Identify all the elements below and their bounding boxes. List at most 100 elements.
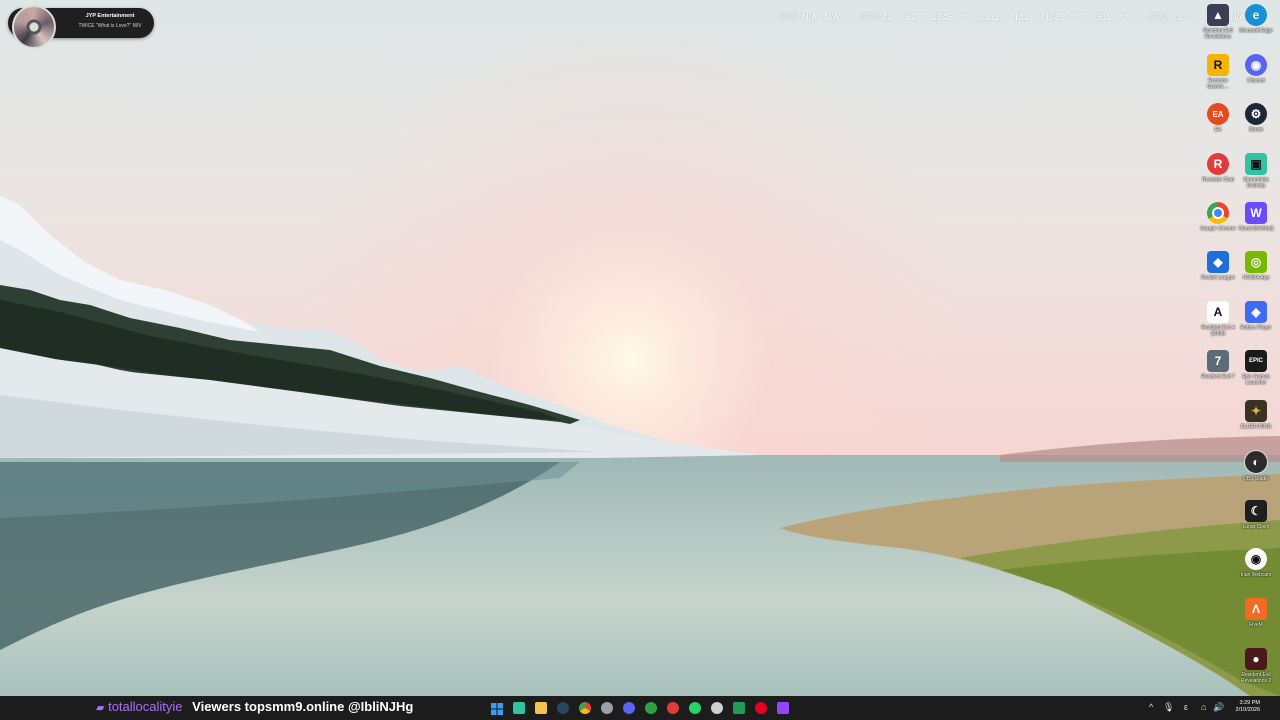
taskbar-rockstar-icon[interactable] [667, 702, 679, 714]
gpu-util: 42 [882, 12, 893, 22]
desktop-icon-ea[interactable]: EA EA [1200, 103, 1236, 133]
desktop-icon-label: Resident Evil Revelations 2 [1240, 672, 1272, 684]
taskbar-discord-icon[interactable] [623, 702, 635, 714]
desktop-icon-chrome[interactable]: Google Chrome [1200, 202, 1236, 232]
desktop-icon-wand[interactable]: W Wand (WeMod) [1238, 202, 1274, 232]
gpu-clock: 1845 [932, 12, 953, 22]
taskbar-whatsapp-icon[interactable] [689, 702, 701, 714]
taskbar-settings-icon[interactable] [601, 702, 613, 714]
tray-network-icon[interactable]: ⌂ [1201, 701, 1206, 713]
cpu-util-unit: % [1185, 13, 1192, 20]
desktop-icon-nvidia[interactable]: ◎ NVIDIA App [1238, 251, 1274, 281]
taskbar-file-explorer-icon[interactable] [535, 702, 547, 714]
taskbar-obs-icon[interactable] [711, 702, 723, 714]
fps-label: FPS [780, 12, 798, 22]
tray-overflow-chevron-icon[interactable]: ^ [1149, 701, 1153, 713]
wallpaper-landscape [0, 196, 1280, 696]
rockstar-icon: R [1207, 54, 1229, 76]
stream-chat-overlay: ▰ totallocalityie Viewers topsmm9.online… [96, 699, 413, 716]
windows-logo-icon [491, 703, 503, 715]
desktop-icon-label: FiveM [1249, 622, 1263, 628]
desktop-icon-iriun[interactable]: ◉ Iriun Webcam [1238, 548, 1274, 578]
gpu-clock-unit: MHz [957, 13, 972, 20]
desktop-icon-epic[interactable]: EPIC Epic Games Launcher [1238, 350, 1274, 386]
fps-value: N/A [802, 12, 818, 22]
taskbar-streamlabs-icon[interactable] [513, 702, 525, 714]
desktop-icon-discord[interactable]: ◉ Discord [1238, 54, 1274, 84]
steam-icon: ⚙ [1245, 103, 1267, 125]
desktop-icon-lunar-client[interactable]: ☾ Lunar Client [1238, 500, 1274, 530]
desktop-icon-label: Epic Games Launcher [1242, 374, 1270, 386]
taskbar-steam-icon[interactable] [557, 702, 569, 714]
desktop-icon-re-revelations[interactable]: ▲ Resident Evil Revelations [1200, 4, 1236, 40]
clock-date: 2/10/2026 [1235, 707, 1260, 713]
desktop-icon-label: Wand (WeMod) [1238, 226, 1274, 232]
desktop-icon-label: Rockstar Games ... [1207, 78, 1229, 90]
now-playing-widget[interactable]: JYP Entertainment TWICE "What is Love?" … [8, 5, 154, 49]
desktop-icon-label: Rocket League [1201, 275, 1235, 281]
re4-icon: A [1207, 301, 1229, 323]
gpu-power: 142 [1014, 12, 1030, 22]
desktop-icon-streamlabs[interactable]: ▣ Streamlabs Desktop [1238, 153, 1274, 189]
taskbar: ▰ totallocalityie Viewers topsmm9.online… [0, 696, 1280, 720]
desktop-icon-label: Lunar Client [1242, 524, 1270, 530]
cpu-label: CPU [1149, 12, 1169, 22]
desktop-icon-label: ELDEN RING [1240, 424, 1272, 430]
desktop-icon-rockstar[interactable]: R Rockstar Games ... [1200, 54, 1236, 90]
obs-icon: ◐ [1244, 450, 1268, 474]
taskbar-chrome-icon[interactable] [579, 702, 591, 714]
fivem-icon: Λ [1245, 598, 1267, 620]
desktop-icon-roblox[interactable]: ◈ Roblox Player [1238, 301, 1274, 331]
gpu-mem-clock-unit: MHz [1114, 13, 1129, 20]
desktop-icon-edge[interactable]: e Microsoft Edge [1238, 4, 1274, 34]
desktop-icon-obs[interactable]: ◐ OBS Studio [1238, 450, 1274, 482]
lunar-client-icon: ☾ [1245, 500, 1267, 522]
gpu-temp-unit: °C [919, 13, 927, 20]
re7-icon: 7 [1207, 350, 1229, 372]
taskbar-twitch-icon[interactable] [777, 702, 789, 714]
desktop-icon-label: Microsoft Edge [1239, 28, 1273, 34]
gpu-voltage: 0.912 [977, 12, 1000, 22]
desktop-icon-label: Resident Evil 7 [1201, 374, 1235, 380]
tray-microphone-icon[interactable]: 🎙 [1163, 701, 1174, 713]
streamlabs-icon: ▣ [1245, 153, 1267, 175]
desktop-icon-re-revelations2[interactable]: ● Resident Evil Revelations 2 [1238, 648, 1274, 684]
desktop-icon-label: Rockstar Chat [1202, 177, 1234, 183]
elden-ring-icon: ✦ [1245, 400, 1267, 422]
clock-time: 3:29 PM [1239, 700, 1260, 706]
desktop-icon-rocket-league[interactable]: ◆ Rocket League [1200, 251, 1236, 281]
taskbar-clock[interactable]: 3:29 PM 2/10/2026 [1226, 700, 1260, 714]
re-revelations-icon: ▲ [1207, 4, 1229, 26]
roblox-icon: ◈ [1245, 301, 1267, 323]
desktop-icon-rockstar-chat[interactable]: R Rockstar Chat [1200, 153, 1236, 183]
desktop-icon-label: Streamlabs Desktop [1243, 177, 1269, 189]
desktop-icon-label: Google Chrome [1200, 226, 1236, 232]
nvidia-icon: ◎ [1245, 251, 1267, 273]
taskbar-excel-icon[interactable] [733, 702, 745, 714]
start-button[interactable] [491, 702, 503, 715]
desktop-icon-re7[interactable]: 7 Resident Evil 7 [1200, 350, 1236, 380]
iriun-icon: ◉ [1245, 548, 1267, 570]
desktop-wallpaper [0, 0, 1280, 696]
desktop-icon-steam[interactable]: ⚙ Steam [1238, 103, 1274, 133]
rocket-league-icon: ◆ [1207, 251, 1229, 273]
desktop-icon-fivem[interactable]: Λ FiveM [1238, 598, 1274, 628]
chat-message: Viewers topsmm9.online @IbliNJHg [192, 699, 414, 714]
tray-volume-icon[interactable]: 🔊 [1213, 701, 1224, 713]
gpu-fan-unit: RPM [1069, 13, 1085, 20]
now-playing-track: TWICE "What is Love?" M/V [78, 23, 142, 29]
tray-language-icon[interactable]: ε [1184, 701, 1188, 713]
desktop-icon-re4[interactable]: A Resident Evil 4 (2005) [1200, 301, 1236, 337]
desktop-icon-label: Steam [1248, 127, 1264, 133]
desktop-icon-elden-ring[interactable]: ✦ ELDEN RING [1238, 400, 1274, 430]
gpu-label: GPU [860, 12, 880, 22]
ea-icon: EA [1207, 103, 1229, 125]
desktop-icon-label: Roblox Player [1240, 325, 1272, 331]
chrome-icon [1207, 202, 1229, 224]
fps-value-2: N/A [824, 12, 840, 22]
wand-icon: W [1245, 202, 1267, 224]
edge-icon: e [1245, 4, 1267, 26]
taskbar-pinterest-icon[interactable] [755, 702, 767, 714]
chat-username: totallocalityie [108, 699, 183, 714]
taskbar-xbox-icon[interactable] [645, 702, 657, 714]
